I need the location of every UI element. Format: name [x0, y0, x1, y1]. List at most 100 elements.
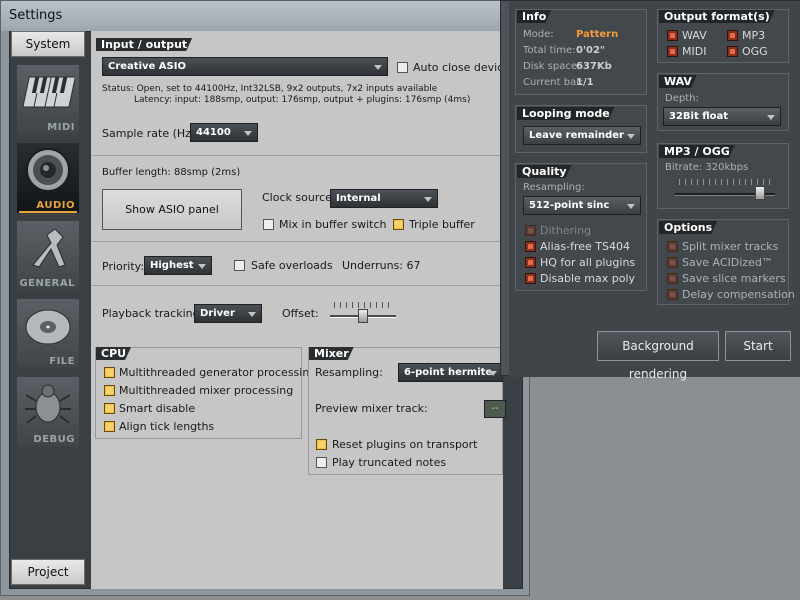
looping-mode-value: Leave remainder: [529, 130, 624, 141]
cpu-heading: CPU: [96, 347, 131, 360]
buffer-length-text: Buffer length: 88smp (2ms): [102, 167, 241, 178]
mp3-checkbox[interactable]: [727, 30, 738, 41]
playback-tracking-value: Driver: [200, 308, 235, 319]
sample-rate-dropdown[interactable]: 44100: [190, 123, 258, 142]
priority-dropdown[interactable]: Highest: [144, 256, 212, 275]
priority-value: Highest: [150, 260, 194, 271]
chevron-down-icon: [767, 115, 775, 120]
piano-keys-icon: [22, 76, 75, 108]
priority-label: Priority:: [102, 260, 145, 273]
sidebar-item-debug[interactable]: DEBUG: [17, 377, 79, 447]
reset-plugins-checkbox[interactable]: [316, 439, 327, 450]
save-slice-markers-checkbox[interactable]: [667, 273, 678, 284]
sidebar-item-audio[interactable]: AUDIO: [17, 143, 79, 213]
play-truncated-label: Play truncated notes: [332, 456, 447, 469]
divider: [91, 155, 503, 156]
cpu-option-checkbox[interactable]: [104, 385, 115, 396]
save-acidized-checkbox[interactable]: [667, 257, 678, 268]
midi-label: MIDI: [682, 45, 707, 58]
alias-free-label: Alias-free TS404: [540, 240, 630, 253]
mix-buffer-switch-checkbox[interactable]: [263, 219, 274, 230]
settings-titlebar[interactable]: Settings: [1, 1, 531, 31]
audio-device-value: Creative ASIO: [108, 61, 186, 72]
show-asio-panel-button[interactable]: Show ASIO panel: [102, 189, 242, 230]
quality-resampling-dropdown[interactable]: 512-point sinc: [523, 196, 641, 215]
playback-tracking-dropdown[interactable]: Driver: [194, 304, 262, 323]
disable-max-poly-checkbox[interactable]: [525, 273, 536, 284]
preview-mixer-track-display[interactable]: --: [484, 400, 506, 418]
wav-checkbox[interactable]: [667, 30, 678, 41]
mix-buffer-switch-label: Mix in buffer switch: [279, 218, 387, 231]
triple-buffer-checkbox[interactable]: [393, 219, 404, 230]
ogg-label: OGG: [742, 45, 768, 58]
offset-label: Offset:: [282, 307, 319, 320]
output-formats-heading: Output format(s): [659, 10, 775, 23]
input-output-heading: Input / output: [96, 38, 192, 51]
background-rendering-button[interactable]: Background rendering: [597, 331, 719, 381]
ogg-checkbox[interactable]: [727, 46, 738, 57]
options-heading: Options: [659, 221, 717, 234]
cpu-option-label: Align tick lengths: [119, 420, 215, 433]
sidebar-item-label: DEBUG: [33, 434, 75, 445]
bitrate-slider-ticks: [679, 179, 773, 185]
looping-mode-dropdown[interactable]: Leave remainder: [523, 126, 641, 145]
clock-source-dropdown[interactable]: Internal: [330, 189, 438, 208]
tab-system[interactable]: System: [11, 31, 85, 57]
bitrate-label: Bitrate: 320kbps: [665, 162, 749, 173]
disk-space-value: 637Kb: [576, 61, 612, 72]
playback-tracking-label: Playback tracking:: [102, 307, 204, 320]
hq-plugins-label: HQ for all plugins: [540, 256, 636, 269]
audio-device-dropdown[interactable]: Creative ASIO: [102, 57, 388, 76]
start-button[interactable]: Start: [725, 331, 791, 361]
mixer-resampling-label: Resampling:: [315, 366, 383, 379]
hq-plugins-checkbox[interactable]: [525, 257, 536, 268]
bitrate-slider-handle[interactable]: [755, 186, 765, 200]
settings-sidebar: System MIDI AUDIO GENERAL FILE DEBUG Pro…: [11, 31, 85, 585]
sidebar-item-file[interactable]: FILE: [17, 299, 79, 369]
disk-space-label: Disk space:: [523, 61, 581, 72]
sidebar-item-midi[interactable]: MIDI: [17, 65, 79, 135]
looping-heading: Looping mode: [517, 107, 615, 120]
clock-source-label: Clock source:: [262, 191, 336, 204]
info-heading: Info: [517, 10, 551, 23]
safe-overloads-checkbox[interactable]: [234, 260, 245, 271]
cpu-option-label: Multithreaded mixer processing: [119, 384, 294, 397]
offset-slider-ticks: [334, 302, 394, 308]
wav-heading: WAV: [659, 75, 697, 88]
depth-label: Depth:: [665, 93, 699, 104]
depth-dropdown[interactable]: 32Bit float: [663, 107, 781, 126]
split-mixer-label: Split mixer tracks: [682, 240, 779, 253]
total-time-label: Total time:: [523, 45, 576, 56]
play-truncated-checkbox[interactable]: [316, 457, 327, 468]
audio-settings-panel: Input / output Creative ASIO Auto close …: [91, 31, 510, 589]
underruns-text: Underruns: 67: [342, 259, 421, 272]
preview-mixer-track-label: Preview mixer track:: [315, 402, 428, 415]
sidebar-item-label: AUDIO: [36, 200, 75, 211]
chevron-down-icon: [424, 197, 432, 202]
delay-compensation-checkbox[interactable]: [667, 289, 678, 300]
split-mixer-checkbox[interactable]: [667, 241, 678, 252]
auto-close-checkbox[interactable]: [397, 62, 408, 73]
dithering-checkbox[interactable]: [525, 225, 536, 236]
sidebar-item-general[interactable]: GENERAL: [17, 221, 79, 291]
delay-compensation-label: Delay compensation: [682, 288, 795, 301]
clock-source-value: Internal: [336, 193, 381, 204]
chevron-down-icon: [627, 204, 635, 209]
chevron-down-icon: [374, 65, 382, 70]
alias-free-checkbox[interactable]: [525, 241, 536, 252]
quality-resampling-value: 512-point sinc: [529, 200, 610, 211]
save-slice-markers-label: Save slice markers: [682, 272, 786, 285]
mixer-resampling-dropdown[interactable]: 6-point hermite: [398, 363, 503, 382]
chevron-down-icon: [248, 312, 256, 317]
tab-project[interactable]: Project: [11, 559, 85, 585]
midi-checkbox[interactable]: [667, 46, 678, 57]
current-bar-label: Current bar:: [523, 77, 584, 88]
cpu-option-checkbox[interactable]: [104, 367, 115, 378]
cpu-option-checkbox[interactable]: [104, 421, 115, 432]
triple-buffer-label: Triple buffer: [409, 218, 475, 231]
cpu-option-checkbox[interactable]: [104, 403, 115, 414]
quality-resampling-label: Resampling:: [523, 182, 585, 193]
mode-value: Pattern: [576, 29, 619, 40]
offset-slider-handle[interactable]: [358, 309, 368, 323]
chevron-down-icon: [489, 371, 497, 376]
